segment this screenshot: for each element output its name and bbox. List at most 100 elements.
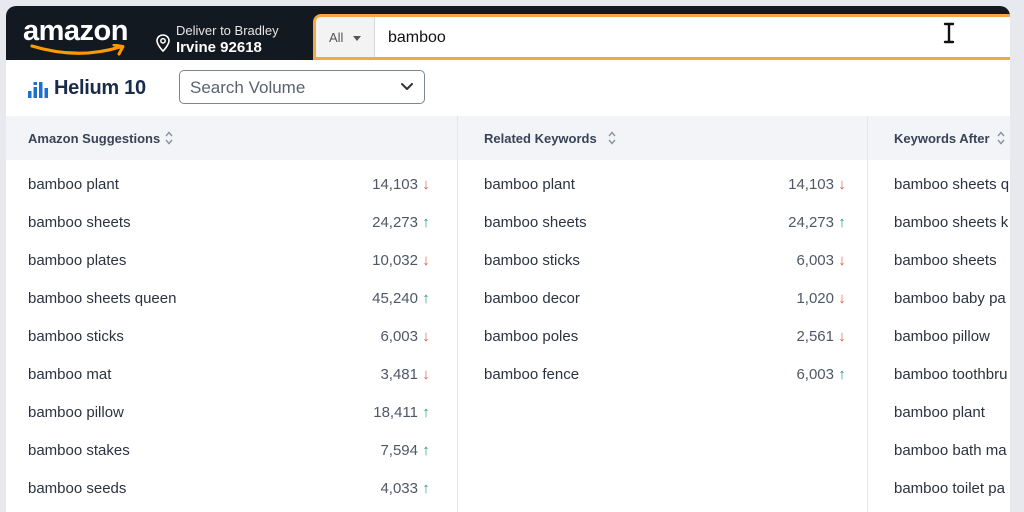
text-cursor-icon	[943, 22, 955, 44]
table-row[interactable]: bamboo pillow 18,411 ↑	[6, 394, 457, 432]
table-row[interactable]: bamboo baby pa	[868, 280, 1010, 318]
keyword: bamboo plant	[28, 176, 119, 193]
trend-down-icon: ↓	[422, 366, 430, 383]
trend-down-icon: ↓	[838, 176, 846, 193]
trend-down-icon: ↓	[838, 328, 846, 345]
column-title: Keywords After	[894, 131, 990, 146]
search-volume: 45,240	[372, 290, 418, 307]
table-row[interactable]: bamboo mat 3,481 ↓	[6, 356, 457, 394]
table-row[interactable]: bamboo seeds 4,033 ↑	[6, 470, 457, 508]
search-volume: 14,103	[372, 176, 418, 193]
location-pin-icon	[156, 34, 170, 52]
table-row[interactable]: bamboo plant	[868, 394, 1010, 432]
trend-down-icon: ↓	[422, 176, 430, 193]
trend-up-icon: ↑	[422, 480, 430, 497]
table-row[interactable]: bamboo sheets 24,273 ↑	[458, 204, 867, 242]
column-header: Keywords After	[868, 116, 1010, 160]
keyword: bamboo sheets k	[894, 214, 1009, 231]
table-row[interactable]: bamboo stakes 7,594 ↑	[6, 432, 457, 470]
trend-down-icon: ↓	[838, 252, 846, 269]
keyword: bamboo plant	[484, 176, 575, 193]
table-row[interactable]: bamboo bath ma	[868, 432, 1010, 470]
keyword: bamboo plant	[894, 404, 985, 421]
table-row[interactable]: bamboo plates 10,032 ↓	[6, 242, 457, 280]
keywords-after-column: Keywords After bamboo sheets q bamboo sh…	[868, 116, 1010, 512]
search-volume: 4,033	[380, 480, 418, 497]
keyword: bamboo plates	[28, 252, 127, 269]
search-volume: 2,561	[796, 328, 834, 345]
trend-up-icon: ↑	[838, 214, 846, 231]
keyword: bamboo sticks	[484, 252, 580, 269]
keyword: bamboo pillow	[894, 328, 990, 345]
search-volume: 24,273	[788, 214, 834, 231]
search-volume: 6,003	[796, 252, 834, 269]
table-row[interactable]: bamboo sheets q	[868, 166, 1010, 204]
table-row[interactable]: bamboo poles 2,561 ↓	[458, 318, 867, 356]
table-row[interactable]: bamboo sheets queen 45,240 ↑	[6, 280, 457, 318]
trend-down-icon: ↓	[422, 328, 430, 345]
deliver-to-label: Deliver to Bradley	[176, 23, 279, 38]
keyword: bamboo sheets	[894, 252, 997, 269]
table-row[interactable]: bamboo plant 14,103 ↓	[6, 166, 457, 204]
search-category-dropdown[interactable]: All	[316, 17, 375, 57]
keyword: bamboo sheets	[484, 214, 587, 231]
trend-down-icon: ↓	[422, 252, 430, 269]
sort-icon[interactable]	[997, 131, 1005, 145]
search-input[interactable]	[386, 25, 950, 51]
search-volume: 1,020	[796, 290, 834, 307]
trend-up-icon: ↑	[422, 442, 430, 459]
keyword: bamboo pillow	[28, 404, 124, 421]
trend-up-icon: ↑	[422, 290, 430, 307]
keyword: bamboo sheets queen	[28, 290, 177, 307]
table-row[interactable]: bamboo sheets	[868, 242, 1010, 280]
helium10-brand: Helium 10	[54, 77, 146, 99]
trend-down-icon: ↓	[838, 290, 846, 307]
amazon-logo[interactable]: amazon	[23, 16, 128, 46]
trend-up-icon: ↑	[422, 214, 430, 231]
related-keywords-column: Related Keywords bamboo plant 14,103 ↓ bam…	[458, 116, 868, 512]
search-volume: 6,003	[796, 366, 834, 383]
column-title: Amazon Suggestions	[28, 131, 161, 146]
table-row[interactable]: bamboo decor 1,020 ↓	[458, 280, 867, 318]
amazon-header: amazon Deliver to Bradley Irvine 92618 A…	[6, 6, 1010, 60]
keyword: bamboo stakes	[28, 442, 130, 459]
keyword: bamboo toothbru	[894, 366, 1008, 383]
trend-up-icon: ↑	[838, 366, 846, 383]
helium10-logo-icon	[28, 82, 48, 98]
keyword: bamboo sticks	[28, 328, 124, 345]
keyword: bamboo poles	[484, 328, 579, 345]
sort-icon[interactable]	[608, 131, 616, 145]
table-row[interactable]: bamboo sheets 24,273 ↑	[6, 204, 457, 242]
table-row[interactable]: bamboo pillow	[868, 318, 1010, 356]
caret-down-icon	[353, 36, 361, 41]
keyword: bamboo decor	[484, 290, 580, 307]
keyword: bamboo fence	[484, 366, 580, 383]
browser-frame: amazon Deliver to Bradley Irvine 92618 A…	[6, 6, 1010, 512]
keyword: bamboo sheets q	[894, 176, 1010, 193]
table-row[interactable]: bamboo sticks 6,003 ↓	[6, 318, 457, 356]
table-row[interactable]: bamboo sticks 6,003 ↓	[458, 242, 867, 280]
metric-select[interactable]: Search Volume	[179, 70, 425, 104]
search-volume: 10,032	[372, 252, 418, 269]
keyword: bamboo mat	[28, 366, 112, 383]
keyword: bamboo baby pa	[894, 290, 1006, 307]
table-row[interactable]: bamboo sheets k	[868, 204, 1010, 242]
keyword: bamboo toilet pa	[894, 480, 1005, 497]
search-volume: 3,481	[380, 366, 418, 383]
table-row[interactable]: bamboo plant 14,103 ↓	[458, 166, 867, 204]
keyword: bamboo seeds	[28, 480, 127, 497]
keyword: bamboo bath ma	[894, 442, 1007, 459]
table-row[interactable]: bamboo fence 6,003 ↑	[458, 356, 867, 394]
table-row[interactable]: bamboo toilet pa	[868, 470, 1010, 508]
search-volume: 24,273	[372, 214, 418, 231]
search-volume: 14,103	[788, 176, 834, 193]
trend-up-icon: ↑	[422, 404, 430, 421]
search-volume: 6,003	[380, 328, 418, 345]
sort-icon[interactable]	[165, 131, 173, 145]
metric-select-value: Search Volume	[190, 78, 306, 97]
search-bar: All	[313, 14, 1010, 60]
table-row[interactable]: bamboo toothbru	[868, 356, 1010, 394]
amazon-suggestions-column: Amazon Suggestions bamboo plant 14,103 ↓ b…	[6, 116, 458, 512]
search-volume: 7,594	[380, 442, 418, 459]
column-header: Amazon Suggestions	[6, 116, 457, 160]
